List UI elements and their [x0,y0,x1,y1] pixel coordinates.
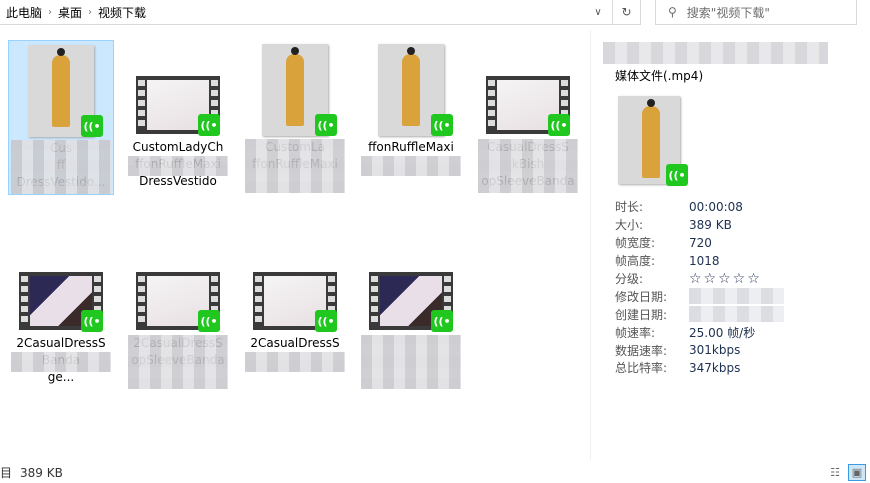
blur-overlay [128,335,228,389]
property-row: 修改日期: [615,287,784,305]
status-size: 389 KB [20,465,63,480]
blur-overlay [361,335,461,389]
file-name-line: 2CasualDressS [16,336,106,350]
property-label: 总比特率: [615,361,668,376]
property-value: 389 KB [689,217,732,232]
property-value: 1018 [689,253,720,268]
property-value: 347kbps [689,360,741,375]
details-pane: 媒体文件(.mp4) ((• 时长: 00:00:08 大小: 389 KB 帧宽度: 7… [590,30,870,460]
blur-overlay [128,156,228,176]
file-name: CustomLaffonRuffleMaxi [245,139,345,193]
video-app-badge-icon: ((• [548,114,570,136]
large-icons-view-icon: ▣ [851,466,863,479]
property-row: 帧速率: 25.00 帧/秒 [615,323,784,341]
blur-overlay [11,140,111,194]
file-name-line: 2CasualDressS [250,336,340,350]
property-label: 大小: [615,218,644,233]
file-name: 2CasualDressSopSleeveBanda [128,335,228,389]
property-label: 帧高度: [615,254,656,269]
property-row: 总比特率: 347kbps [615,359,784,377]
crumb-this-pc[interactable]: 此电脑 [6,4,42,21]
video-app-badge-icon: ((• [315,114,337,136]
property-label: 帧宽度: [615,236,656,251]
file-name: 2CasualDressS [245,335,345,389]
file-name-blurred [603,42,828,64]
search-placeholder: 搜索"视频下载" [686,5,770,20]
blurred-date [689,306,784,323]
blur-overlay [245,139,345,193]
chevron-down-icon[interactable]: ∨ [584,7,612,18]
property-label: 修改日期: [615,289,668,304]
chevron-right-icon[interactable]: › [88,7,92,18]
breadcrumb: 此电脑 › 桌面 › 视频下载 [0,4,584,21]
video-app-badge-icon: ((• [198,114,220,136]
property-row: 时长: 00:00:08 [615,198,784,216]
file-name [361,335,461,389]
file-name: CasualDressSkBishopSleeveBanda [478,139,578,193]
details-view-icon: ☷ [830,466,840,479]
file-name: 2CasualDressSBandage... [11,335,111,389]
property-row: 数据速率: 301kbps [615,341,784,359]
file-tile[interactable]: ((• 2CasualDressSBandage... [8,236,114,389]
file-tile[interactable]: ((• CustomLadyChffonRuffleMaxiDressVestid… [125,40,231,193]
status-selected: 目 [0,466,13,480]
property-value: 301kbps [689,343,741,358]
property-label: 帧速率: [615,325,656,340]
properties-list: 时长: 00:00:08 大小: 389 KB 帧宽度: 720 帧高度: 1018 分级: ☆☆… [615,198,784,377]
file-tile[interactable]: ((• CasualDressSkBishopSleeveBanda [475,40,581,193]
chevron-right-icon[interactable]: › [48,7,52,18]
video-app-badge-icon: ((• [81,310,103,332]
refresh-icon: ↻ [621,5,632,19]
video-app-badge-icon: ((• [431,310,453,332]
property-row: 分级: ☆☆☆☆☆ [615,270,784,288]
video-app-badge-icon: ((• [81,115,103,137]
video-app-badge-icon: ((• [431,114,453,136]
property-row: 帧宽度: 720 [615,234,784,252]
property-value: 25.00 帧/秒 [689,325,756,340]
address-bar[interactable]: 此电脑 › 桌面 › 视频下载 ∨ ↻ [0,0,641,25]
property-value: 00:00:08 [689,199,743,214]
crumb-desktop[interactable]: 桌面 [58,4,82,21]
file-name-line: CustomLadyCh [132,140,224,154]
property-label: 分级: [615,272,644,286]
property-label: 时长: [615,200,644,215]
blurred-date [689,288,784,305]
large-icons-view-button[interactable]: ▣ [848,464,866,481]
video-app-badge-icon: ((• [666,164,688,186]
search-icon: ⚲ [668,5,677,19]
property-label: 数据速率: [615,343,668,358]
blur-overlay [245,352,345,372]
property-label: 创建日期: [615,307,668,322]
file-name-line: ffonRuffleMaxi [368,140,454,154]
status-bar: 目 389 KB [0,462,870,483]
file-tile[interactable]: ((• [358,236,464,389]
file-name: CusffDressVestido... [11,140,111,194]
file-type: 媒体文件(.mp4) [615,69,704,83]
property-row: 大小: 389 KB [615,216,784,234]
file-name: CustomLadyChffonRuffleMaxiDressVestido [128,139,228,193]
property-value: 720 [689,235,712,250]
refresh-button[interactable]: ↻ [612,0,640,25]
preview-thumbnail: ((• [618,96,688,186]
video-app-badge-icon: ((• [315,310,337,332]
crumb-video-downloads[interactable]: 视频下载 [98,4,146,21]
file-tile[interactable]: ((• ffonRuffleMaxi [358,40,464,193]
blur-overlay [11,352,111,372]
file-tile[interactable]: ((• CustomLaffonRuffleMaxi [242,40,348,193]
file-tile[interactable]: ((• 2CasualDressSopSleeveBanda [125,236,231,389]
property-row: 创建日期: [615,305,784,323]
property-row: 帧高度: 1018 [615,252,784,270]
rating-stars[interactable]: ☆☆☆☆☆ [689,271,762,287]
file-grid: ((•CusffDressVestido...((•CustomLadyChff… [0,30,590,460]
file-name: ffonRuffleMaxi [361,139,461,193]
video-app-badge-icon: ((• [198,310,220,332]
file-tile[interactable]: ((• 2CasualDressS [242,236,348,389]
details-view-button[interactable]: ☷ [826,464,844,481]
blur-overlay [478,139,578,193]
file-tile[interactable]: ((• CusffDressVestido... [8,40,114,195]
blur-overlay [361,156,461,176]
search-input[interactable]: ⚲ 搜索"视频下载" [655,0,857,25]
